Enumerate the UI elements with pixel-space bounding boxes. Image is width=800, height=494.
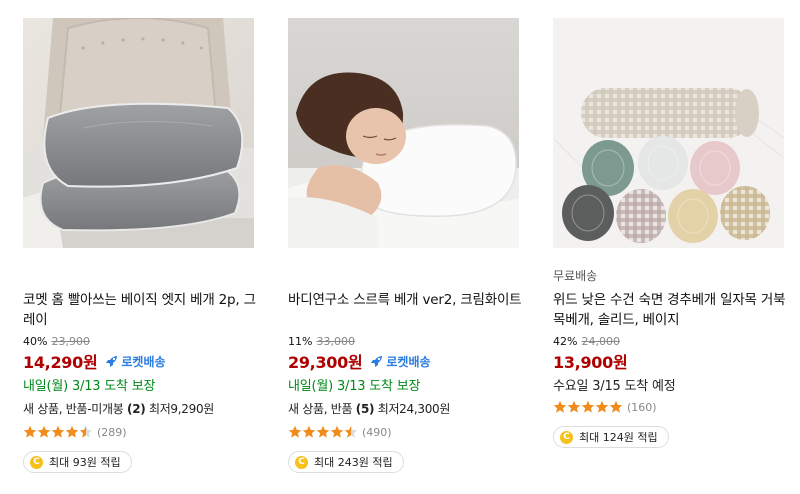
product-image-roll-pillows[interactable] — [553, 18, 784, 248]
rocket-badge: 로켓배송 — [105, 353, 166, 370]
rating-row: (289) — [23, 423, 127, 441]
star-icon — [79, 425, 93, 438]
reward-label: 최대 124원 적립 — [579, 431, 658, 444]
rating-row: (160) — [553, 398, 657, 416]
price-row: 13,900원 — [553, 350, 628, 372]
star-icon — [316, 425, 330, 438]
offers-lowest: 최저9,290원 — [148, 402, 215, 416]
product-name[interactable]: 코멧 홈 빨아쓰는 베이직 엣지 베개 2p, 그레이 — [23, 290, 258, 330]
arrival-info: 내일(월) 3/13 도착 보장 — [288, 379, 421, 394]
base-price: 33,000 — [316, 335, 355, 348]
review-count: (160) — [627, 400, 657, 414]
star-icon — [344, 425, 358, 438]
star-rating — [288, 425, 358, 439]
star-icon — [567, 400, 581, 413]
reward-label: 최대 93원 적립 — [49, 456, 121, 469]
offers-prefix: 새 상품, 반품-미개봉 — [23, 402, 124, 416]
star-icon — [330, 425, 344, 438]
sale-price: 13,900원 — [553, 353, 628, 372]
discount-row: 42% 24,000 — [553, 335, 620, 348]
star-icon — [595, 400, 609, 413]
star-rating — [23, 425, 93, 439]
review-count: (289) — [97, 425, 127, 439]
star-rating — [553, 400, 623, 414]
star-icon — [51, 425, 65, 438]
product-name[interactable]: 바디연구소 스르륵 베개 ver2, 크림화이트 — [288, 290, 523, 310]
base-price: 24,000 — [581, 335, 620, 348]
star-icon — [37, 425, 51, 438]
reward-badge: C 최대 93원 적립 — [23, 451, 132, 473]
coin-icon: C — [560, 430, 573, 444]
rocket-icon — [106, 356, 118, 367]
product-card[interactable]: 무료배송 위드 낮은 수건 숙면 경추베개 일자목 거북목베개, 솔리드, 베이… — [553, 0, 793, 494]
rocket-label: 로켓배송 — [121, 354, 166, 369]
rocket-badge: 로켓배송 — [370, 353, 431, 370]
star-icon — [581, 400, 595, 413]
discount-row: 40% 23,900 — [23, 335, 90, 348]
sale-price: 29,300원 — [288, 353, 363, 372]
review-count: (490) — [362, 425, 392, 439]
price-row: 14,290원 로켓배송 — [23, 350, 166, 372]
product-name[interactable]: 위드 낮은 수건 숙면 경추베개 일자목 거북목베개, 솔리드, 베이지 — [553, 290, 788, 330]
arrival-info: 내일(월) 3/13 도착 보장 — [23, 379, 156, 394]
other-offers[interactable]: 새 상품, 반품 (5) 최저24,300원 — [288, 400, 450, 417]
reward-label: 최대 243원 적립 — [314, 456, 393, 469]
offers-lowest: 최저24,300원 — [377, 402, 451, 416]
star-icon — [302, 425, 316, 438]
discount-rate: 42% — [553, 335, 578, 348]
discount-rate: 40% — [23, 335, 48, 348]
star-icon — [23, 425, 37, 438]
discount-rate: 11% — [288, 335, 313, 348]
product-image-gray-pillows[interactable] — [23, 18, 254, 248]
discount-row: 11% 33,000 — [288, 335, 355, 348]
rocket-icon — [371, 356, 383, 367]
offers-prefix: 새 상품, 반품 — [288, 402, 353, 416]
star-icon — [609, 400, 623, 413]
coin-icon: C — [295, 455, 308, 469]
reward-badge: C 최대 124원 적립 — [553, 426, 669, 448]
offers-count: (5) — [355, 402, 375, 416]
star-icon — [288, 425, 302, 438]
price-row: 29,300원 로켓배송 — [288, 350, 431, 372]
other-offers[interactable]: 새 상품, 반품-미개봉 (2) 최저9,290원 — [23, 400, 214, 417]
star-icon — [65, 425, 79, 438]
product-card[interactable]: 바디연구소 스르륵 베개 ver2, 크림화이트 11% 33,000 29,30… — [288, 0, 528, 494]
reward-badge: C 최대 243원 적립 — [288, 451, 404, 473]
rating-row: (490) — [288, 423, 392, 441]
product-image-sleeping-woman[interactable] — [288, 18, 519, 248]
delivery-tag: 무료배송 — [553, 269, 598, 283]
offers-count: (2) — [127, 402, 146, 416]
product-card[interactable]: 코멧 홈 빨아쓰는 베이직 엣지 베개 2p, 그레이 40% 23,900 14… — [23, 0, 263, 494]
star-icon — [553, 400, 567, 413]
coin-icon: C — [30, 455, 43, 469]
base-price: 23,900 — [51, 335, 90, 348]
sale-price: 14,290원 — [23, 353, 98, 372]
arrival-info: 수요일 3/15 도착 예정 — [553, 379, 676, 394]
rocket-label: 로켓배송 — [386, 354, 431, 369]
